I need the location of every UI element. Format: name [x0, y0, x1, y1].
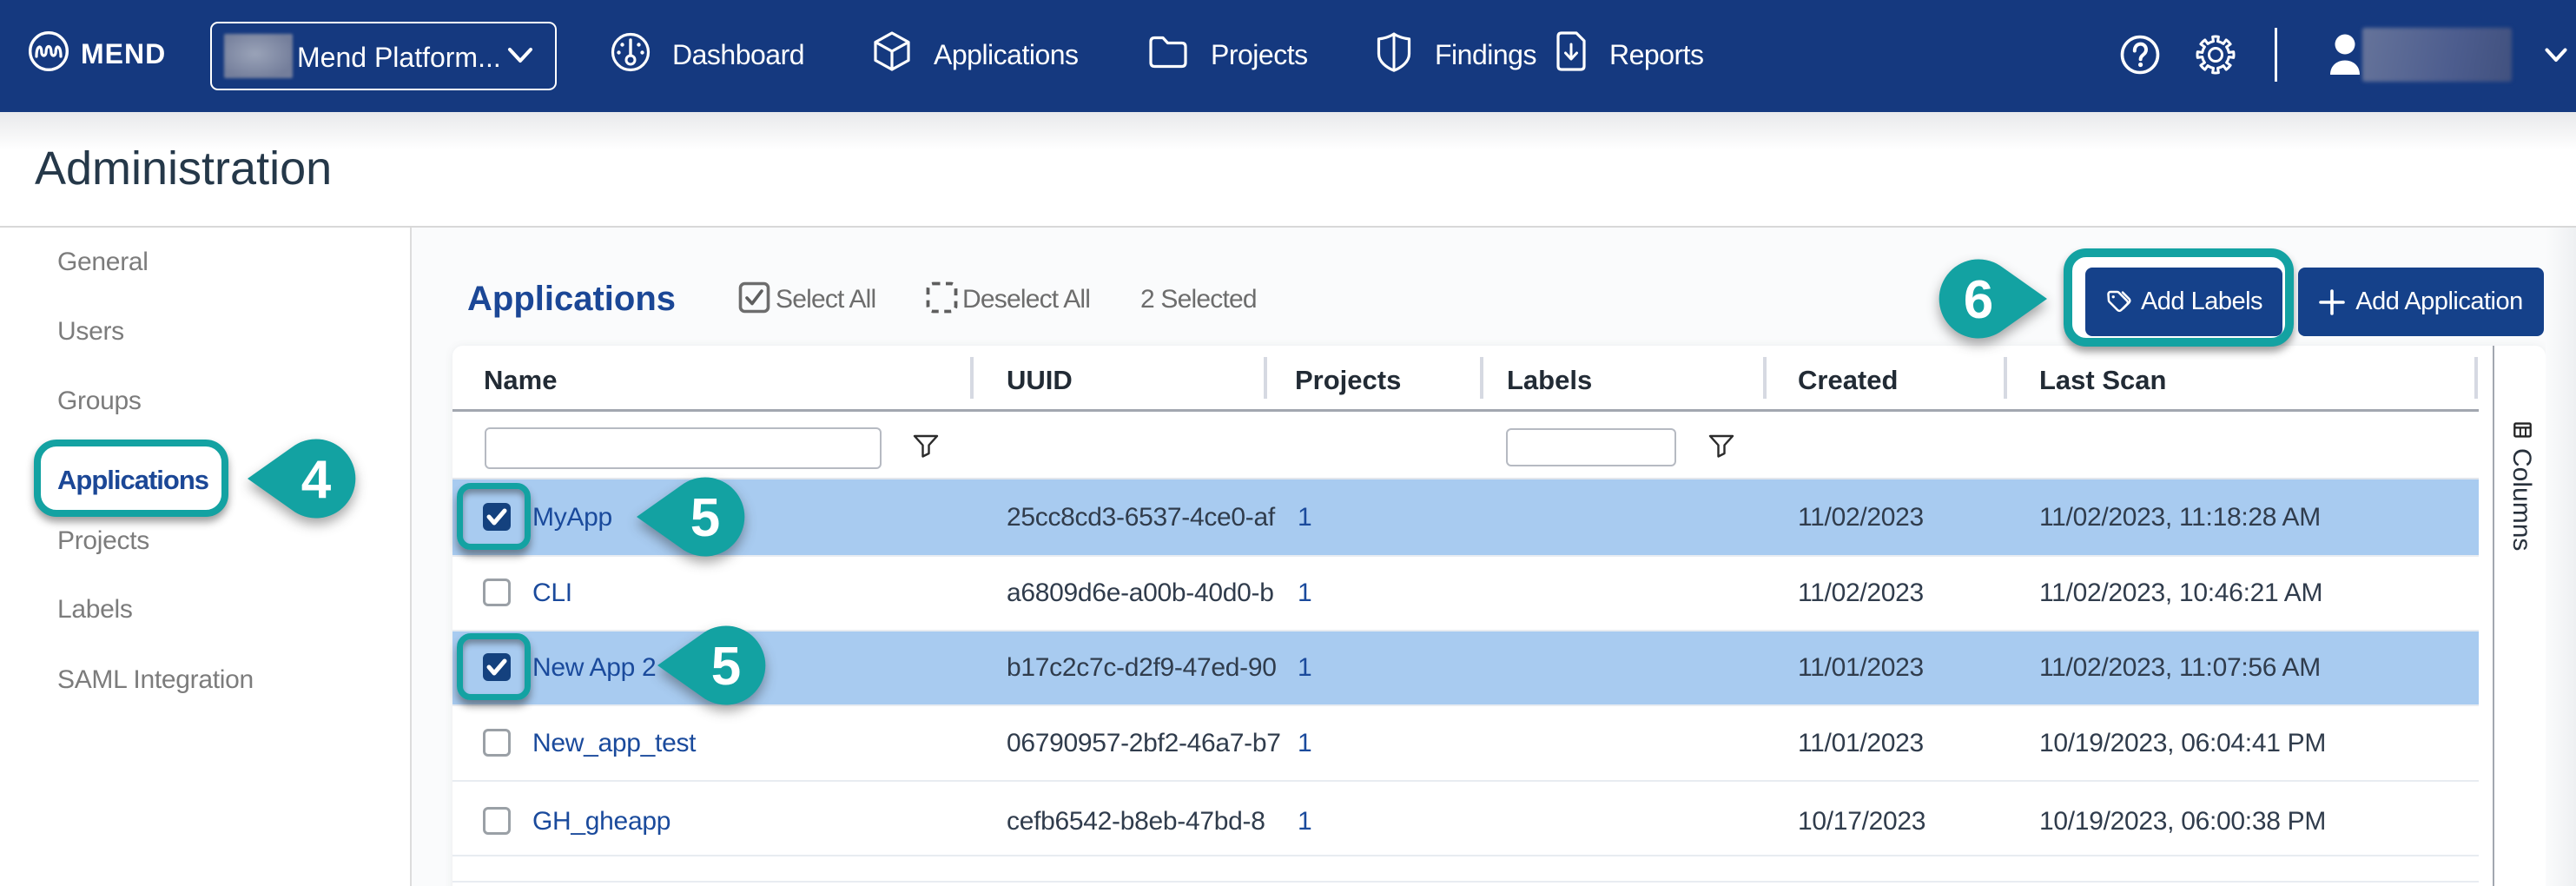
svg-text:5: 5 — [711, 637, 741, 697]
svg-text:6: 6 — [1964, 270, 1993, 330]
svg-text:5: 5 — [690, 488, 720, 548]
svg-text:4: 4 — [301, 450, 332, 510]
